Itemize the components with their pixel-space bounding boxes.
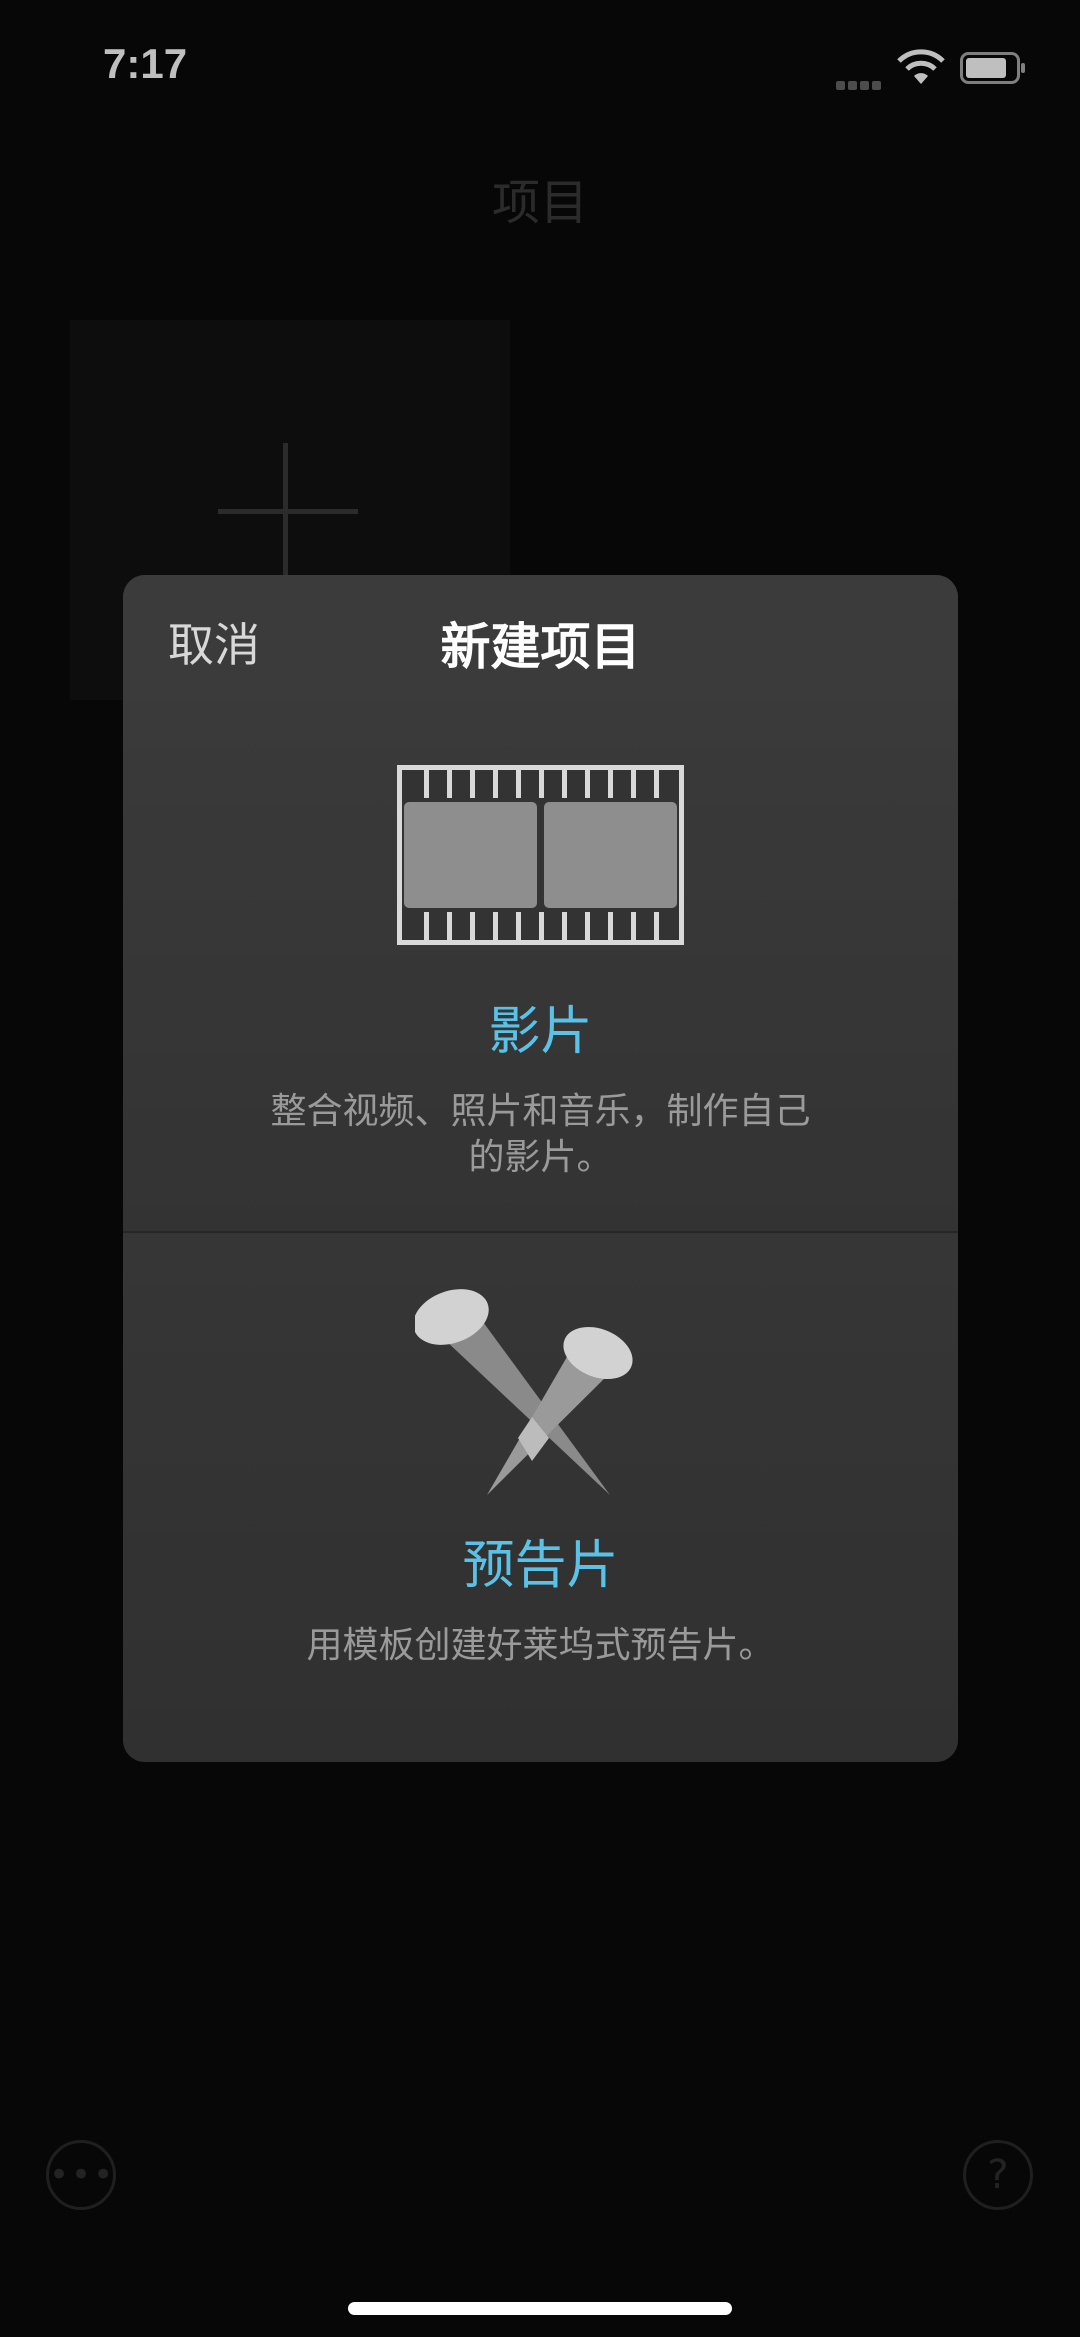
movie-description: 整合视频、照片和音乐，制作自己的影片。: [270, 1091, 811, 1178]
spotlight-icon: [415, 1289, 633, 1495]
dialog-header: 取消 新建项目: [123, 575, 958, 701]
movie-option[interactable]: 影片 整合视频、照片和音乐，制作自己的影片。: [123, 699, 958, 1233]
film-strip-icon: [397, 765, 684, 945]
new-project-dialog: 取消 新建项目 影片 整合视频、照片和音乐，制作自己的影片。 预告片 用模板创建…: [123, 575, 958, 1762]
trailer-description: 用模板创建好莱坞式预告片。: [306, 1625, 775, 1666]
dialog-title: 新建项目: [440, 618, 641, 676]
trailer-option[interactable]: 预告片 用模板创建好莱坞式预告片。: [123, 1233, 958, 1762]
movie-label: 影片: [488, 1002, 593, 1062]
trailer-label: 预告片: [462, 1536, 619, 1596]
home-indicator[interactable]: [348, 2302, 732, 2315]
